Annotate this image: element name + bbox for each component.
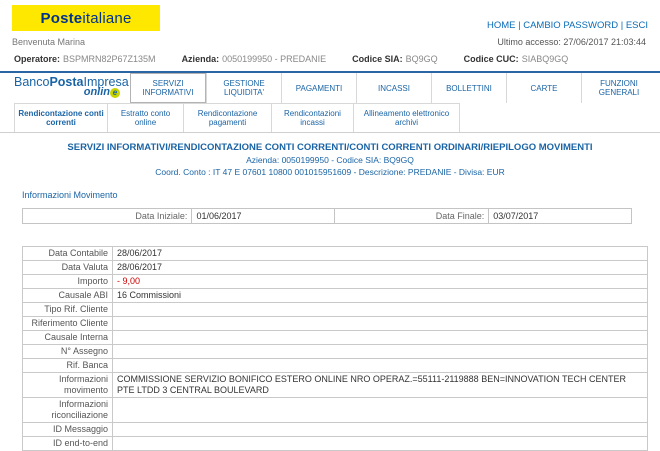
field-value: 16 Commissioni <box>113 289 648 303</box>
field-label: Data Contabile <box>23 247 113 261</box>
field-label: ID Messaggio <box>23 423 113 437</box>
table-row: Data Valuta28/06/2017 <box>23 261 648 275</box>
field-value <box>113 331 648 345</box>
link-esci[interactable]: ESCI <box>618 20 648 31</box>
movement-detail-table: Data Contabile28/06/2017 Data Valuta28/0… <box>22 246 648 451</box>
table-row: Riferimento Cliente <box>23 317 648 331</box>
logo-text-regular: italiane <box>82 10 131 27</box>
date-filter-row: Data Iniziale: 01/06/2017 Data Finale: 0… <box>23 209 632 224</box>
tab-pagamenti[interactable]: PAGAMENTI <box>281 73 356 103</box>
logo-text-bold: Poste <box>41 10 83 27</box>
field-label: N° Assegno <box>23 345 113 359</box>
field-label: Informazioni riconciliazione <box>23 398 113 423</box>
nav-tabs: SERVIZI INFORMATIVI GESTIONE LIQUIDITA' … <box>130 73 656 103</box>
table-row: Informazioni movimentoCOMMISSIONE SERVIZ… <box>23 373 648 398</box>
link-home[interactable]: HOME <box>487 20 516 31</box>
field-value <box>113 303 648 317</box>
table-row: Causale Interna <box>23 331 648 345</box>
table-row: Informazioni riconciliazione <box>23 398 648 423</box>
tab-bollettini[interactable]: BOLLETTINI <box>431 73 506 103</box>
field-value <box>113 345 648 359</box>
field-label: Informazioni movimento <box>23 373 113 398</box>
field-label: Causale Interna <box>23 331 113 345</box>
tab-carte[interactable]: CARTE <box>506 73 581 103</box>
table-row: Tipo Rif. Cliente <box>23 303 648 317</box>
last-access-text: Ultimo accesso: 27/06/2017 21:03:44 <box>497 37 646 47</box>
subnav-allineamento-elettronico-archivi[interactable]: Allineamento elettronico archivi <box>354 103 460 132</box>
field-label: Importo <box>23 275 113 289</box>
section-title-informazioni-movimento: Informazioni Movimento <box>22 190 660 200</box>
data-iniziale-value: 01/06/2017 <box>192 209 335 224</box>
field-value: 28/06/2017 <box>113 247 648 261</box>
table-row: ID Messaggio <box>23 423 648 437</box>
codice-cuc-field: Codice CUC:SIABQ9GQ <box>464 54 569 64</box>
field-value-importo: - 9,00 <box>113 275 648 289</box>
data-finale-value: 03/07/2017 <box>489 209 632 224</box>
tab-incassi[interactable]: INCASSI <box>356 73 431 103</box>
field-value <box>113 317 648 331</box>
operator-bar: Operatore:BSPMRN82P67Z135M Azienda:00501… <box>0 47 660 69</box>
welcome-text: Benvenuta Marina <box>12 37 85 47</box>
main-nav: BancoPostaImpresa online SERVIZI INFORMA… <box>0 71 660 103</box>
codice-cuc-label: Codice CUC: <box>464 54 519 64</box>
title-block: SERVIZI INFORMATIVI/RENDICONTAZIONE CONT… <box>0 142 660 177</box>
table-row: ID end-to-end <box>23 437 648 451</box>
sub-nav: Rendicontazione conti correnti Estratto … <box>0 103 660 133</box>
field-label: Tipo Rif. Cliente <box>23 303 113 317</box>
operator-value: BSPMRN82P67Z135M <box>63 54 156 64</box>
operator-label: Operatore: <box>14 54 60 64</box>
codice-sia-label: Codice SIA: <box>352 54 403 64</box>
header-links: HOMECAMBIO PASSWORDESCI <box>487 20 648 31</box>
poste-italiane-logo: Posteitaliane <box>12 5 160 31</box>
field-value: COMMISSIONE SERVIZIO BONIFICO ESTERO ONL… <box>113 373 648 398</box>
subnav-rendicontazione-conti-correnti[interactable]: Rendicontazione conti correnti <box>14 103 108 132</box>
subtitle-azienda: Azienda: 0050199950 - Codice SIA: BQ9GQ <box>0 155 660 165</box>
online-e-icon: e <box>110 88 120 98</box>
field-value <box>113 398 648 423</box>
table-row: Importo- 9,00 <box>23 275 648 289</box>
azienda-label: Azienda: <box>182 54 220 64</box>
subnav-rendicontazioni-incassi[interactable]: Rendicontazioni incassi <box>272 103 354 132</box>
codice-sia-field: Codice SIA:BQ9GQ <box>352 54 438 64</box>
link-cambio-password[interactable]: CAMBIO PASSWORD <box>515 20 618 31</box>
subtitle-conto: Coord. Conto : IT 47 E 07601 10800 00101… <box>0 167 660 177</box>
field-value <box>113 359 648 373</box>
table-row: N° Assegno <box>23 345 648 359</box>
azienda-value: 0050199950 - PREDANIE <box>222 54 326 64</box>
tab-servizi-informativi[interactable]: SERVIZI INFORMATIVI <box>130 73 206 103</box>
data-iniziale-label: Data Iniziale: <box>23 209 192 224</box>
operator-field: Operatore:BSPMRN82P67Z135M <box>14 54 156 64</box>
header-right: HOMECAMBIO PASSWORDESCI <box>487 5 648 31</box>
field-label: Data Valuta <box>23 261 113 275</box>
field-label: Rif. Banca <box>23 359 113 373</box>
page-header: Posteitaliane HOMECAMBIO PASSWORDESCI <box>0 0 660 31</box>
tab-funzioni-generali[interactable]: FUNZIONI GENERALI <box>581 73 656 103</box>
data-finale-label: Data Finale: <box>335 209 489 224</box>
field-label: Causale ABI <box>23 289 113 303</box>
subnav-rendicontazione-pagamenti[interactable]: Rendicontazione pagamenti <box>184 103 272 132</box>
field-value: 28/06/2017 <box>113 261 648 275</box>
bancoposta-impresa-logo: BancoPostaImpresa online <box>0 73 130 103</box>
table-row: Rif. Banca <box>23 359 648 373</box>
codice-cuc-value: SIABQ9GQ <box>522 54 569 64</box>
field-value <box>113 423 648 437</box>
field-label: Riferimento Cliente <box>23 317 113 331</box>
table-row: Causale ABI16 Commissioni <box>23 289 648 303</box>
date-filter-table: Data Iniziale: 01/06/2017 Data Finale: 0… <box>22 208 632 224</box>
codice-sia-value: BQ9GQ <box>406 54 438 64</box>
table-row: Data Contabile28/06/2017 <box>23 247 648 261</box>
subnav-estratto-conto-online[interactable]: Estratto conto online <box>108 103 184 132</box>
tab-gestione-liquidita[interactable]: GESTIONE LIQUIDITA' <box>206 73 281 103</box>
azienda-field: Azienda:0050199950 - PREDANIE <box>182 54 327 64</box>
field-label: ID end-to-end <box>23 437 113 451</box>
welcome-row: Benvenuta Marina Ultimo accesso: 27/06/2… <box>0 31 660 47</box>
field-value <box>113 437 648 451</box>
breadcrumb-title: SERVIZI INFORMATIVI/RENDICONTAZIONE CONT… <box>0 142 660 153</box>
